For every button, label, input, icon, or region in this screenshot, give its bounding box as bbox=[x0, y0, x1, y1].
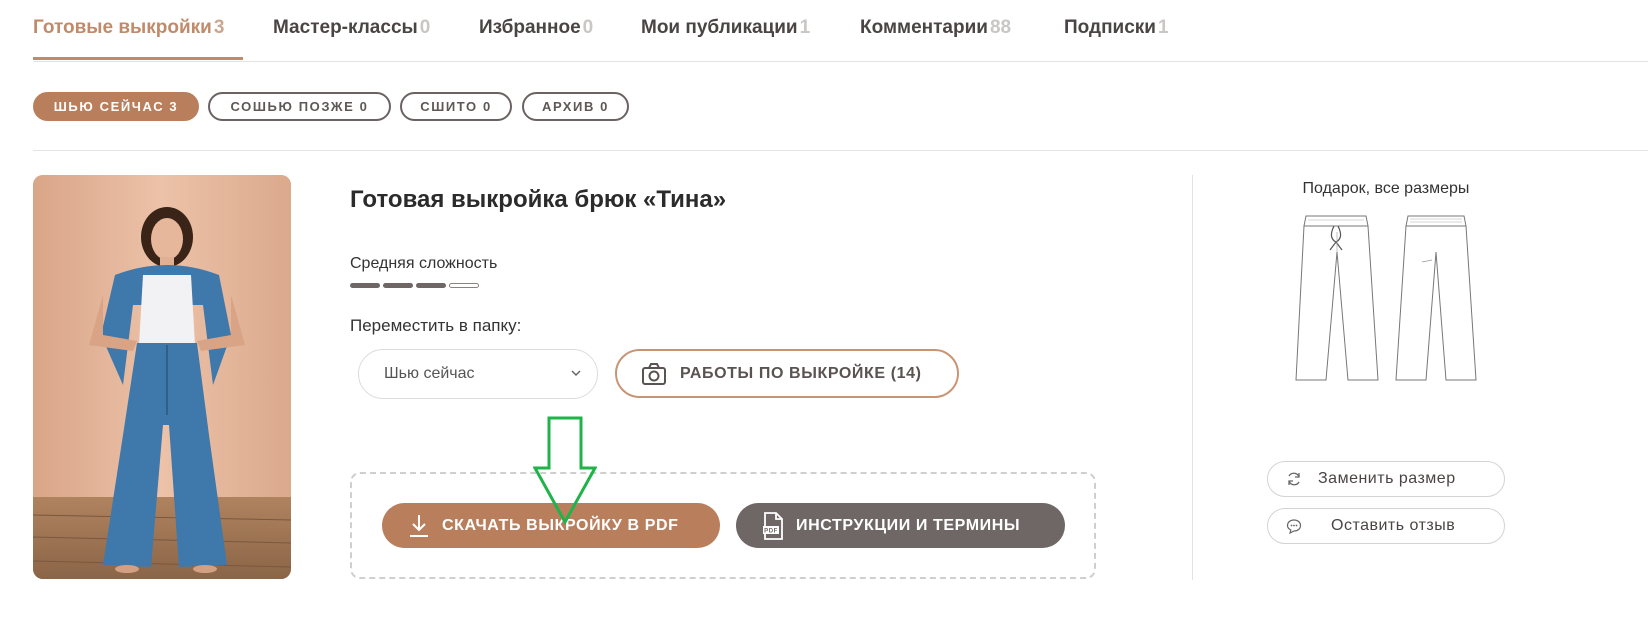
difficulty-segment bbox=[383, 283, 413, 288]
active-tab-indicator bbox=[33, 57, 243, 60]
tab-count: 1 bbox=[1158, 17, 1169, 38]
chat-bubble-icon bbox=[1286, 519, 1302, 534]
instructions-button[interactable]: PDF ИНСТРУКЦИИ И ТЕРМИНЫ bbox=[736, 503, 1065, 548]
difficulty-segment bbox=[449, 283, 479, 288]
tab-my-publications[interactable]: Мои публикации 1 bbox=[641, 17, 810, 39]
product-title[interactable]: Готовая выкройка брюк «Тина» bbox=[350, 186, 726, 214]
folder-select-value: Шью сейчас bbox=[384, 365, 475, 382]
tab-ready-patterns[interactable]: Готовые выкройки 3 bbox=[33, 17, 224, 39]
tab-count: 88 bbox=[989, 17, 1012, 38]
tab-label: Готовые выкройки bbox=[33, 17, 212, 38]
pants-front-sketch[interactable] bbox=[1294, 212, 1380, 386]
filter-sewing-now[interactable]: ШЬЮ СЕЙЧАС 3 bbox=[33, 92, 199, 121]
download-icon bbox=[410, 514, 428, 537]
filter-sewn[interactable]: СШИТО 0 bbox=[400, 92, 512, 121]
pdf-file-icon: PDF bbox=[763, 511, 783, 540]
change-size-label: Заменить размер bbox=[1318, 470, 1456, 487]
filter-sew-later[interactable]: СОШЬЮ ПОЗЖЕ 0 bbox=[208, 92, 391, 121]
leave-review-button[interactable]: Оставить отзыв bbox=[1267, 508, 1505, 544]
tab-label: Подписки bbox=[1064, 17, 1156, 38]
filter-archive[interactable]: АРХИВ 0 bbox=[522, 92, 629, 121]
tab-subscriptions[interactable]: Подписки 1 bbox=[1064, 17, 1169, 39]
annotation-arrow-icon bbox=[533, 416, 597, 526]
difficulty-label: Средняя сложность bbox=[350, 255, 498, 272]
gift-label: Подарок, все размеры bbox=[1302, 180, 1470, 197]
difficulty-segment bbox=[416, 283, 446, 288]
tab-count: 1 bbox=[799, 17, 811, 38]
tab-label: Мои публикации bbox=[641, 17, 798, 38]
pattern-works-button[interactable]: РАБОТЫ ПО ВЫКРОЙКЕ (14) bbox=[615, 349, 959, 398]
tab-count: 3 bbox=[213, 17, 225, 38]
tab-master-classes[interactable]: Мастер-классы 0 bbox=[273, 17, 430, 39]
leave-review-label: Оставить отзыв bbox=[1331, 517, 1456, 534]
folder-select[interactable]: Шью сейчас bbox=[358, 349, 598, 399]
tab-count: 0 bbox=[582, 17, 594, 38]
divider bbox=[33, 150, 1648, 151]
vertical-divider bbox=[1192, 175, 1193, 580]
instructions-label: ИНСТРУКЦИИ И ТЕРМИНЫ bbox=[796, 516, 1021, 534]
tab-comments[interactable]: Комментарии 88 bbox=[860, 17, 1011, 39]
tab-count: 0 bbox=[419, 17, 431, 38]
tab-label: Избранное bbox=[479, 17, 581, 38]
tab-favorites[interactable]: Избранное 0 bbox=[479, 17, 593, 39]
pants-back-sketch[interactable] bbox=[1394, 212, 1478, 386]
profile-tabs: Готовые выкройки 3 Мастер-классы 0 Избранн… bbox=[33, 0, 1648, 62]
tab-label: Комментарии bbox=[860, 17, 988, 38]
chevron-down-icon bbox=[571, 370, 581, 377]
difficulty-segment bbox=[350, 283, 380, 288]
tab-label: Мастер-классы bbox=[273, 17, 418, 38]
pattern-works-label: РАБОТЫ ПО ВЫКРОЙКЕ (14) bbox=[680, 364, 922, 382]
pdf-icon-text: PDF bbox=[764, 528, 778, 534]
product-photo[interactable] bbox=[33, 175, 291, 579]
change-size-button[interactable]: Заменить размер bbox=[1267, 461, 1505, 497]
refresh-icon bbox=[1288, 472, 1300, 486]
camera-icon bbox=[642, 362, 666, 385]
move-to-folder-label: Переместить в папку: bbox=[350, 316, 522, 335]
